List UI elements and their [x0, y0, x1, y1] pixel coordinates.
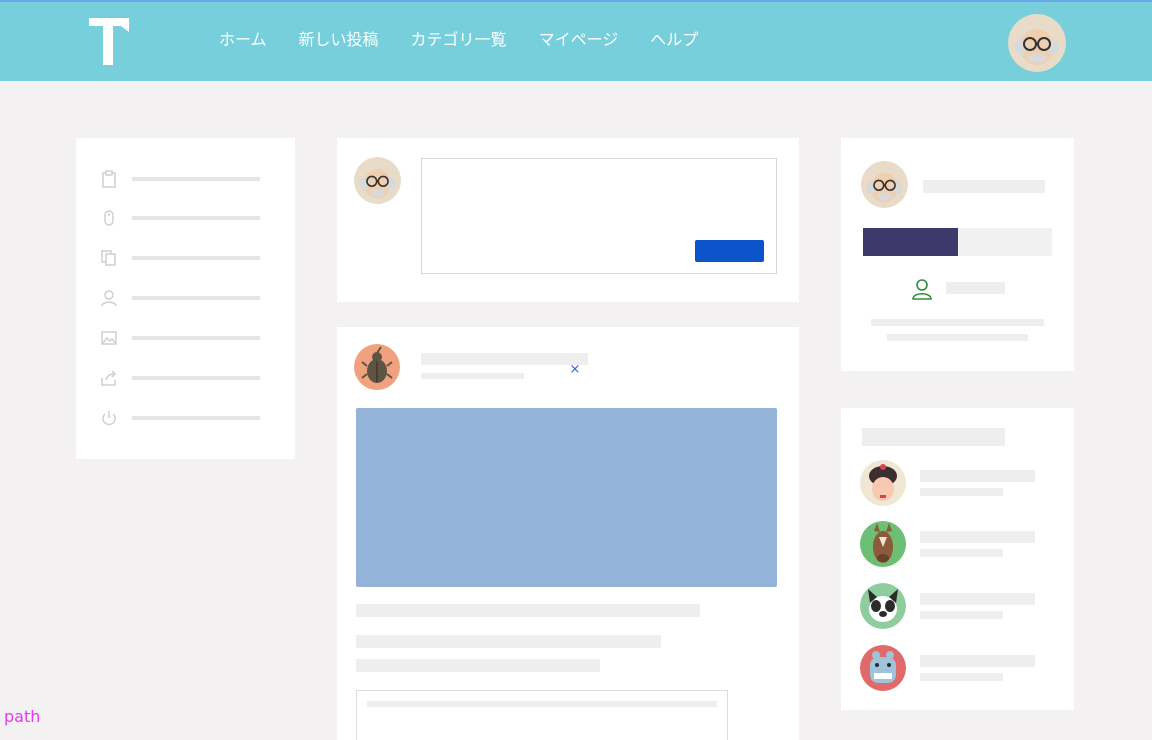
clipboard-icon [102, 170, 116, 188]
dog-avatar-icon [860, 583, 906, 629]
nav-help-link[interactable]: ヘルプ [650, 30, 698, 50]
nav-categories-link[interactable]: カテゴリ一覧 [411, 30, 507, 50]
mouse-icon [104, 210, 114, 226]
friends-card [841, 408, 1074, 710]
post-text-line-placeholder [356, 635, 661, 648]
image-icon [101, 331, 117, 345]
friend-avatar [860, 521, 906, 567]
share-icon [101, 370, 117, 386]
friend-meta-placeholder [920, 488, 1003, 496]
friend-item[interactable] [860, 521, 1060, 569]
old-man-glasses-avatar-icon [354, 157, 401, 204]
post-author-name-placeholder [421, 353, 588, 365]
profile-avatar[interactable] [861, 161, 908, 208]
person-icon [101, 290, 117, 307]
hippo-avatar-icon [860, 645, 906, 691]
friend-meta-placeholder [920, 611, 1003, 619]
geisha-avatar-icon [860, 460, 906, 506]
composer-avatar [354, 157, 401, 204]
nav-home-link[interactable]: ホーム [219, 30, 267, 50]
friends-title-placeholder [862, 428, 1005, 446]
old-man-glasses-avatar-icon [861, 161, 908, 208]
friend-name-placeholder [920, 470, 1035, 482]
profile-bio-placeholder [887, 334, 1028, 341]
power-icon [102, 411, 116, 426]
copy-icon [101, 250, 116, 266]
profile-stat-placeholder [946, 282, 1005, 294]
side-menu-item-share[interactable] [100, 369, 270, 389]
friend-item[interactable] [860, 583, 1060, 631]
profile-card [841, 138, 1074, 371]
top-navigation-bar: ホーム 新しい投稿 カテゴリ一覧 マイページ ヘルプ [0, 0, 1152, 81]
post-timestamp-placeholder [421, 373, 524, 379]
side-menu-label-placeholder [132, 416, 260, 420]
side-menu-label-placeholder [132, 216, 260, 220]
friend-item[interactable] [860, 460, 1060, 508]
t-letter-logo-icon[interactable] [87, 18, 131, 68]
friend-avatar [860, 583, 906, 629]
post-text-line-placeholder [356, 604, 700, 617]
side-menu-label-placeholder [132, 177, 260, 181]
comment-input[interactable] [356, 690, 728, 740]
post-image [356, 408, 777, 587]
friend-avatar [860, 645, 906, 691]
profile-name-placeholder [923, 180, 1045, 193]
friend-meta-placeholder [920, 549, 1003, 557]
post-submit-button[interactable] [695, 240, 764, 262]
side-menu-label-placeholder [132, 376, 260, 380]
side-menu-label-placeholder [132, 336, 260, 340]
side-menu-item-clipboard[interactable] [100, 170, 270, 190]
profile-bio-placeholder [871, 319, 1044, 326]
nav-mypage-link[interactable]: マイページ [539, 30, 619, 50]
friend-meta-placeholder [920, 673, 1003, 681]
side-menu-item-image[interactable] [100, 329, 270, 349]
friend-name-placeholder [920, 655, 1035, 667]
side-menu-item-copy[interactable] [100, 249, 270, 269]
user-avatar-button[interactable] [1008, 14, 1066, 72]
friend-name-placeholder [920, 593, 1035, 605]
main-nav: ホーム 新しい投稿 カテゴリ一覧 マイページ ヘルプ [219, 30, 698, 50]
nav-new-post-link[interactable]: 新しい投稿 [299, 30, 379, 50]
profile-progress-fill [863, 228, 958, 256]
post-author-avatar[interactable] [354, 344, 400, 390]
debug-path-label: path [4, 707, 41, 726]
friend-avatar [860, 460, 906, 506]
friend-name-placeholder [920, 531, 1035, 543]
side-menu-item-power[interactable] [100, 409, 270, 429]
side-menu-label-placeholder [132, 296, 260, 300]
comment-placeholder-line [367, 701, 717, 707]
post-composer [337, 138, 799, 302]
feed-post: × [337, 327, 799, 740]
profile-progress-bar [863, 228, 1052, 256]
post-close-icon[interactable]: × [569, 363, 581, 377]
person-outline-icon [912, 279, 932, 300]
old-man-glasses-avatar-icon [1008, 14, 1066, 72]
horse-avatar-icon [860, 521, 906, 567]
side-menu-item-person[interactable] [100, 289, 270, 309]
friend-item[interactable] [860, 645, 1060, 693]
side-menu-label-placeholder [132, 256, 260, 260]
post-text-line-placeholder [356, 659, 600, 672]
beetle-avatar-icon [354, 344, 400, 390]
side-menu [76, 138, 295, 459]
side-menu-item-mouse[interactable] [100, 209, 270, 229]
